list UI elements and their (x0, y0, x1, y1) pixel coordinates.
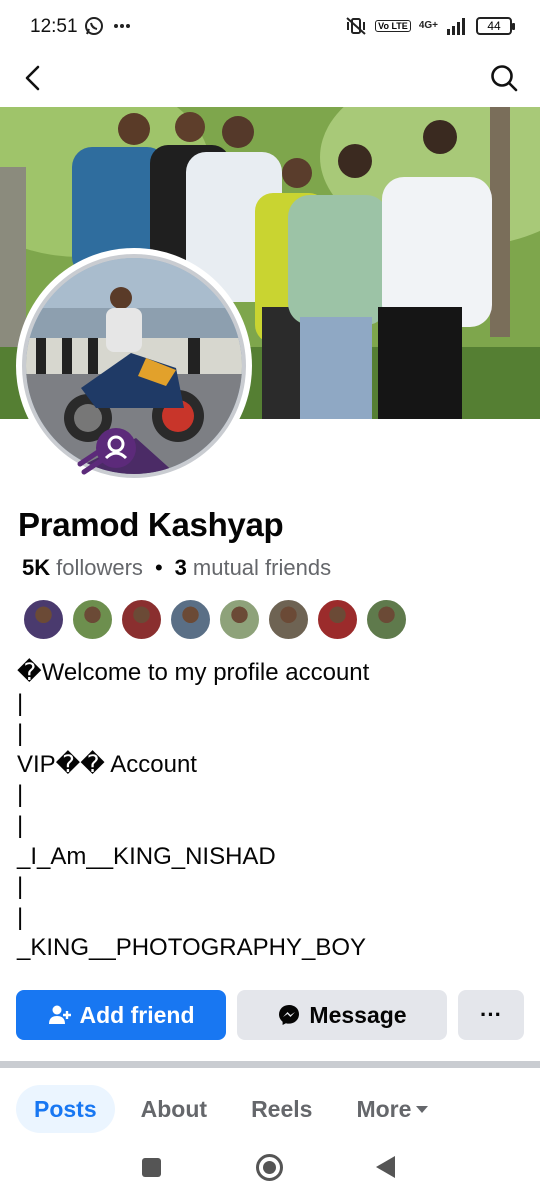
friend-avatar[interactable] (267, 598, 310, 641)
profile-avatar[interactable] (16, 248, 252, 484)
search-icon (491, 65, 518, 92)
stats-separator: • (154, 555, 163, 580)
more-dots-icon (114, 24, 130, 28)
bio-line: | (17, 873, 24, 901)
friend-avatar[interactable] (169, 598, 212, 641)
mutual-friends-label[interactable]: mutual friends (193, 555, 331, 581)
profile-guard-icon (77, 428, 136, 475)
bio-line: VIP�� Account (17, 750, 197, 778)
back-button[interactable] (18, 62, 50, 94)
bio-line: | (17, 781, 24, 809)
followers-label[interactable]: followers (56, 555, 143, 581)
add-friend-button[interactable]: Add friend (16, 990, 226, 1040)
status-bar: 12:51 Vo LTE 4G+ 44 (0, 0, 540, 56)
tab-reels[interactable]: Reels (233, 1085, 330, 1133)
bio-line: | (17, 720, 24, 748)
network-label: 4G+ (418, 20, 438, 31)
messenger-icon (279, 1005, 300, 1025)
bio-line: _I_Am__KING_NISHAD (17, 842, 276, 870)
friend-avatar[interactable] (120, 598, 163, 641)
whatsapp-icon (85, 17, 103, 35)
section-divider (0, 1061, 540, 1068)
more-options-button[interactable]: ··· (458, 990, 524, 1040)
bio-line: _KING__PHOTOGRAPHY_BOY (17, 934, 367, 962)
friend-avatar[interactable] (218, 598, 261, 641)
bio-line: | (17, 903, 24, 931)
app-bar (0, 56, 540, 106)
vibrate-off-icon (346, 17, 366, 35)
tab-more[interactable]: More (338, 1085, 447, 1133)
more-dots-label: ··· (480, 1002, 502, 1027)
bio-line: | (17, 811, 24, 839)
bio-line: | (17, 689, 24, 717)
battery-icon: 44 (476, 17, 515, 35)
search-button[interactable] (488, 62, 520, 94)
profile-tabs: Posts About Reels More (16, 1085, 447, 1133)
status-time: 12:51 (30, 16, 78, 37)
message-button[interactable]: Message (237, 990, 447, 1040)
caret-down-icon (416, 1106, 429, 1113)
tab-posts[interactable]: Posts (16, 1085, 115, 1133)
mutual-friends-count: 3 (174, 555, 187, 580)
bio-line: �Welcome to my profile account (17, 659, 370, 686)
home-button[interactable] (256, 1154, 283, 1181)
friend-avatar[interactable] (316, 598, 359, 641)
mutual-friends-avatars[interactable] (22, 598, 408, 641)
add-friend-label: Add friend (79, 1001, 195, 1028)
volte-icon: Vo LTE (375, 20, 411, 32)
profile-actions: Add friend Message ··· (16, 990, 524, 1040)
signal-4g-icon (447, 18, 465, 35)
profile-bio: �Welcome to my profile account | | VIP�� Ac… (17, 658, 369, 964)
tab-about[interactable]: About (123, 1085, 225, 1133)
followers-count: 5K (22, 555, 51, 580)
friend-avatar[interactable] (71, 598, 114, 641)
profile-stats: 5K followers • 3 mutual friends (22, 555, 331, 581)
recent-apps-button[interactable] (142, 1158, 161, 1177)
friend-avatar[interactable] (22, 598, 65, 641)
friend-avatar[interactable] (365, 598, 408, 641)
profile-name: Pramod Kashyap (18, 506, 284, 543)
message-label: Message (309, 1001, 407, 1028)
add-friend-icon (48, 1005, 71, 1024)
system-nav-bar (0, 1140, 540, 1200)
system-back-button[interactable] (376, 1156, 395, 1178)
back-arrow-icon (25, 65, 40, 91)
